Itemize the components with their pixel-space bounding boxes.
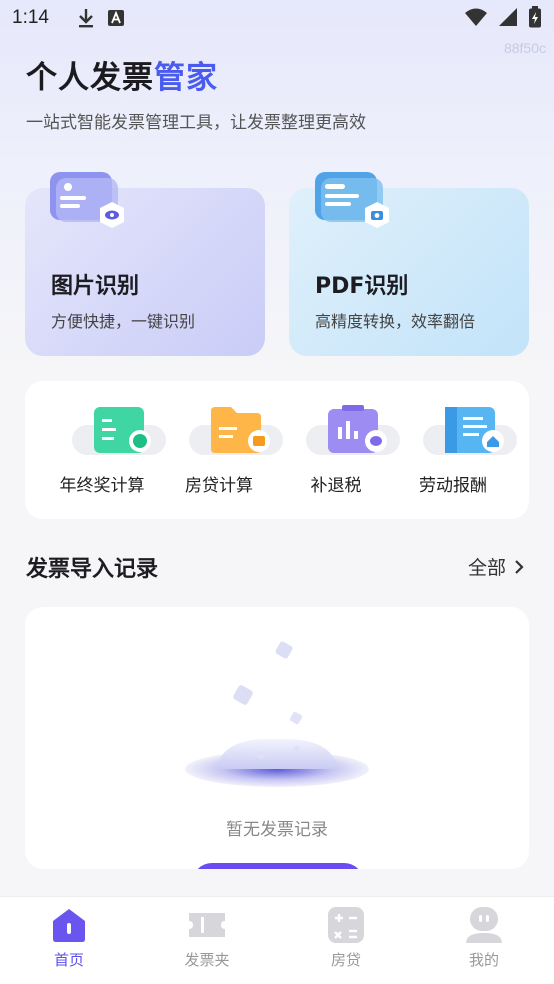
tool-label: 补退税	[310, 476, 362, 496]
tool-label: 年终奖计算	[59, 476, 145, 496]
records-empty-card: 暂无发票记录	[25, 607, 529, 869]
tool-labor-pay[interactable]: 劳动报酬	[393, 403, 517, 503]
chevron-right-icon	[515, 559, 524, 574]
image-eye-icon	[50, 172, 124, 228]
calculator-icon	[328, 907, 364, 943]
status-time: 1:14	[12, 7, 49, 28]
records-all-link[interactable]: 全部	[468, 553, 524, 580]
tax-refund-icon	[306, 405, 400, 455]
card-desc: 高精度转换，效率翻倍	[315, 312, 476, 331]
font-icon	[107, 10, 124, 26]
user-icon	[466, 907, 502, 943]
tab-mortgage[interactable]: 房贷	[296, 905, 396, 970]
mortgage-calculator-icon	[189, 407, 283, 455]
title-accent: 管家	[154, 60, 218, 96]
tab-label: 我的	[468, 951, 499, 969]
tab-home[interactable]: 首页	[19, 905, 119, 970]
tool-mortgage[interactable]: 房贷计算	[159, 403, 283, 503]
title-main: 个人发票	[26, 60, 154, 96]
empty-planet-illustration	[185, 641, 369, 787]
empty-text: 暂无发票记录	[226, 820, 328, 840]
tool-year-end-bonus[interactable]: 年终奖计算	[42, 403, 166, 503]
home-icon	[53, 909, 85, 942]
records-title: 发票导入记录	[26, 557, 159, 582]
tab-label: 首页	[53, 951, 84, 969]
tool-label: 房贷计算	[185, 476, 253, 496]
page-title: 个人发票管家	[26, 52, 218, 97]
records-all-label: 全部	[467, 557, 506, 579]
labor-pay-icon	[423, 407, 517, 455]
watermark-text: 88f50c	[503, 40, 546, 56]
wifi-icon	[465, 8, 487, 26]
tab-profile[interactable]: 我的	[434, 905, 534, 970]
tab-label: 发票夹	[184, 951, 230, 969]
import-invoice-button[interactable]	[192, 863, 364, 869]
tools-panel: 年终奖计算 房贷计算 补退税 劳动报酬	[25, 381, 529, 519]
bonus-calculator-icon	[72, 407, 166, 455]
tool-tax-refund[interactable]: 补退税	[276, 403, 400, 503]
card-title: PDF识别	[315, 274, 409, 299]
tool-label: 劳动报酬	[419, 476, 487, 496]
card-desc: 方便快捷，一键识别	[51, 312, 196, 331]
tab-invoice-folder[interactable]: 发票夹	[157, 905, 257, 970]
status-bar: 1:14	[0, 0, 554, 36]
download-icon	[78, 9, 93, 28]
ticket-icon	[189, 913, 225, 937]
battery-icon	[529, 6, 541, 28]
page-subtitle: 一站式智能发票管理工具，让发票整理更高效	[26, 113, 366, 133]
pdf-camera-icon	[315, 172, 389, 228]
card-title: 图片识别	[51, 274, 140, 299]
signal-icon	[499, 8, 517, 26]
bottom-tab-bar: 首页 发票夹 房贷 我的	[0, 896, 554, 984]
tab-label: 房贷	[330, 951, 361, 969]
